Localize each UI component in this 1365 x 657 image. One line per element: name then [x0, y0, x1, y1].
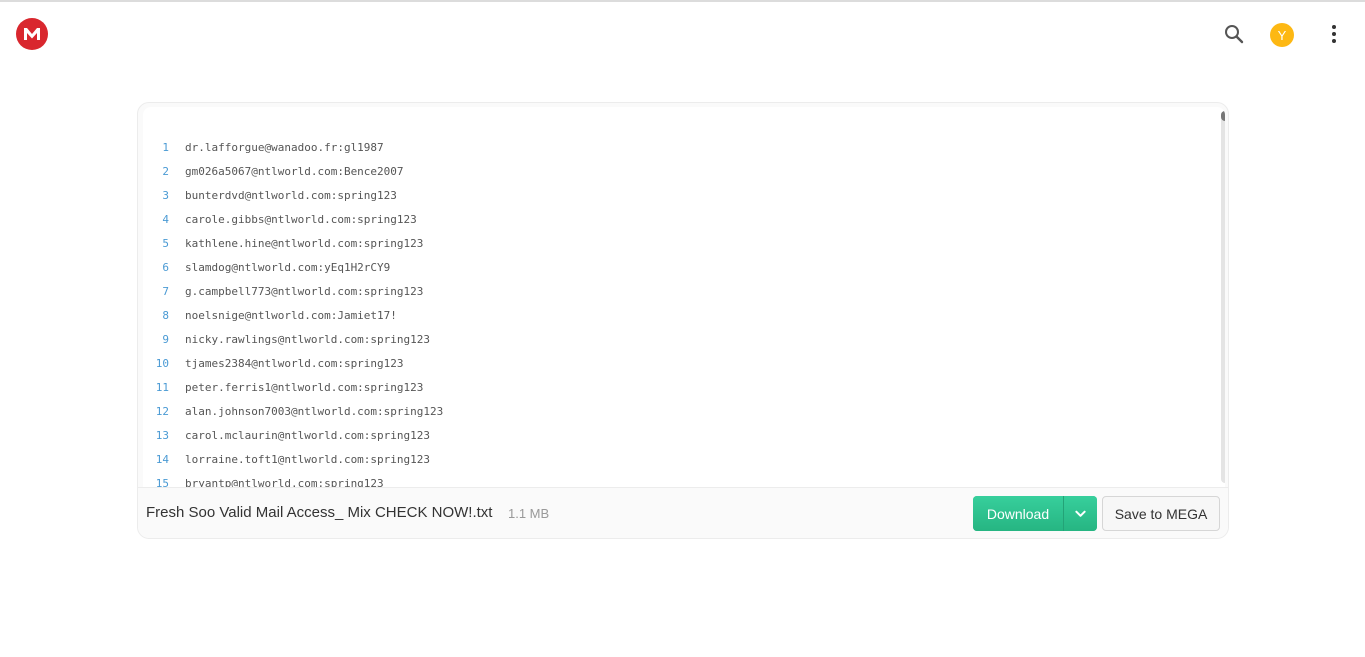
file-preview-panel: 1 dr.lafforgue@wanadoo.fr:gl1987 2 gm026a50…: [137, 102, 1229, 539]
line-text: tjames2384@ntlworld.com:spring123: [185, 356, 404, 370]
line-number: 1: [162, 140, 169, 154]
code-line: 7 g.campbell773@ntlworld.com:spring123: [143, 279, 1213, 303]
download-button[interactable]: Download: [973, 496, 1064, 531]
line-text: bryantp@ntlworld.com:spring123: [185, 476, 384, 488]
line-text: gm026a5067@ntlworld.com:Bence2007: [185, 164, 404, 178]
code-line: 12 alan.johnson7003@ntlworld.com:spring12…: [143, 399, 1213, 423]
line-text: carole.gibbs@ntlworld.com:spring123: [185, 212, 417, 226]
line-number: 3: [162, 188, 169, 202]
file-size: 1.1 MB: [508, 506, 550, 521]
line-number: 13: [155, 428, 169, 442]
line-number: 10: [155, 356, 169, 370]
line-text: kathlene.hine@ntlworld.com:spring123: [185, 236, 424, 250]
code-line: 4 carole.gibbs@ntlworld.com:spring123: [143, 207, 1213, 231]
download-button-group: Download: [973, 496, 1097, 531]
line-text: carol.mclaurin@ntlworld.com:spring123: [185, 428, 431, 442]
avatar[interactable]: Y: [1270, 23, 1294, 47]
line-number: 14: [155, 452, 169, 466]
code-line: 5 kathlene.hine@ntlworld.com:spring123: [143, 231, 1213, 255]
mega-m-glyph: [24, 28, 40, 40]
line-text: alan.johnson7003@ntlworld.com:spring123: [185, 404, 444, 418]
line-number: 12: [155, 404, 169, 418]
code-line: 14 lorraine.toft1@ntlworld.com:spring123: [143, 447, 1213, 471]
line-text: dr.lafforgue@wanadoo.fr:gl1987: [185, 140, 384, 154]
line-text: noelsnige@ntlworld.com:Jamiet17!: [185, 308, 397, 322]
line-text: nicky.rawlings@ntlworld.com:spring123: [185, 332, 431, 346]
line-text: slamdog@ntlworld.com:yEq1H2rCY9: [185, 260, 391, 274]
code-line: 2 gm026a5067@ntlworld.com:Bence2007: [143, 159, 1213, 183]
code-line: 6 slamdog@ntlworld.com:yEq1H2rCY9: [143, 255, 1213, 279]
search-icon[interactable]: [1222, 22, 1246, 46]
file-info-bar: Fresh Soo Valid Mail Access_ Mix CHECK N…: [138, 487, 1228, 538]
line-number: 5: [162, 236, 169, 250]
code-line: 9 nicky.rawlings@ntlworld.com:spring123: [143, 327, 1213, 351]
chevron-down-icon: [1075, 510, 1086, 517]
save-to-mega-button[interactable]: Save to MEGA: [1102, 496, 1220, 531]
line-number: 4: [162, 212, 169, 226]
header: Y: [0, 2, 1365, 66]
line-number: 15: [155, 476, 169, 488]
code-line: 10 tjames2384@ntlworld.com:spring123: [143, 351, 1213, 375]
line-text: bunterdvd@ntlworld.com:spring123: [185, 188, 397, 202]
download-options-button[interactable]: [1064, 496, 1097, 531]
file-name: Fresh Soo Valid Mail Access_ Mix CHECK N…: [146, 504, 493, 521]
line-text: g.campbell773@ntlworld.com:spring123: [185, 284, 424, 298]
mega-logo-icon[interactable]: [16, 18, 48, 50]
code-line: 8 noelsnige@ntlworld.com:Jamiet17!: [143, 303, 1213, 327]
line-number: 11: [155, 380, 169, 394]
text-editor: 1 dr.lafforgue@wanadoo.fr:gl1987 2 gm026a50…: [143, 107, 1225, 487]
line-number: 8: [162, 308, 169, 322]
code-lines: 1 dr.lafforgue@wanadoo.fr:gl1987 2 gm026a50…: [143, 135, 1213, 488]
line-number: 6: [162, 260, 169, 274]
line-text: lorraine.toft1@ntlworld.com:spring123: [185, 452, 431, 466]
line-number: 9: [162, 332, 169, 346]
code-line: 1 dr.lafforgue@wanadoo.fr:gl1987: [143, 135, 1213, 159]
line-number: 2: [162, 164, 169, 178]
more-vertical-icon[interactable]: [1324, 22, 1344, 46]
line-number: 7: [162, 284, 169, 298]
code-line: 3 bunterdvd@ntlworld.com:spring123: [143, 183, 1213, 207]
scrollbar[interactable]: [1221, 111, 1225, 483]
code-line: 13 carol.mclaurin@ntlworld.com:spring123: [143, 423, 1213, 447]
code-line: 11 peter.ferris1@ntlworld.com:spring123: [143, 375, 1213, 399]
scrollbar-thumb[interactable]: [1221, 111, 1225, 121]
line-text: peter.ferris1@ntlworld.com:spring123: [185, 380, 424, 394]
code-line: 15 bryantp@ntlworld.com:spring123: [143, 471, 1213, 488]
